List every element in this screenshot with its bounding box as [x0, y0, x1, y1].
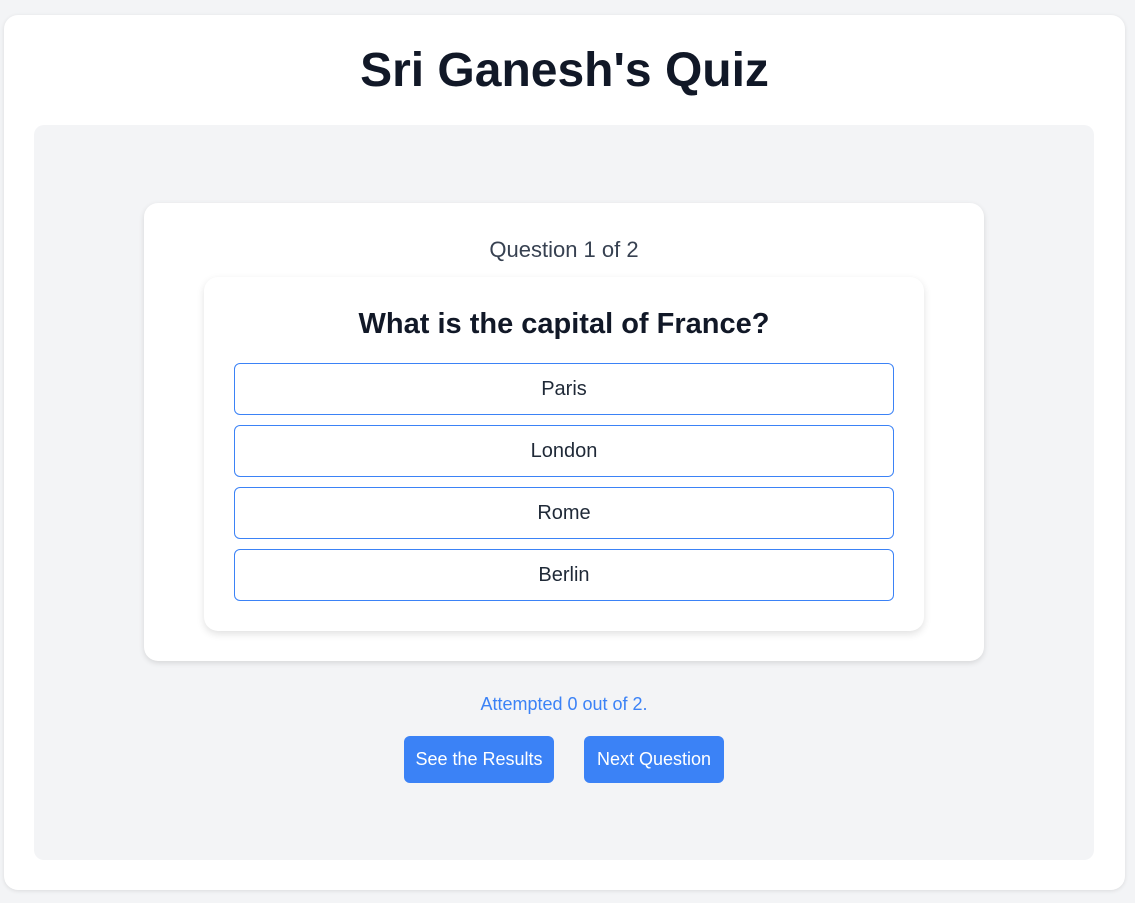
next-question-button[interactable]: Next Question — [584, 736, 724, 783]
question-card: Question 1 of 2 What is the capital of F… — [144, 203, 984, 661]
quiz-container: Sri Ganesh's Quiz Question 1 of 2 What i… — [4, 15, 1125, 890]
option-button-paris[interactable]: Paris — [234, 363, 894, 415]
attempted-status: Attempted 0 out of 2. — [480, 694, 648, 714]
question-counter: Question 1 of 2 — [489, 237, 639, 262]
option-button-rome[interactable]: Rome — [234, 487, 894, 539]
see-results-button[interactable]: See the Results — [404, 736, 554, 783]
option-button-london[interactable]: London — [234, 425, 894, 477]
question-text: What is the capital of France? — [358, 308, 770, 340]
page-title: Sri Ganesh's Quiz — [360, 44, 769, 97]
quiz-stage: Question 1 of 2 What is the capital of F… — [34, 125, 1094, 860]
option-button-berlin[interactable]: Berlin — [234, 549, 894, 601]
question-panel: What is the capital of France? Paris Lon… — [204, 277, 924, 631]
